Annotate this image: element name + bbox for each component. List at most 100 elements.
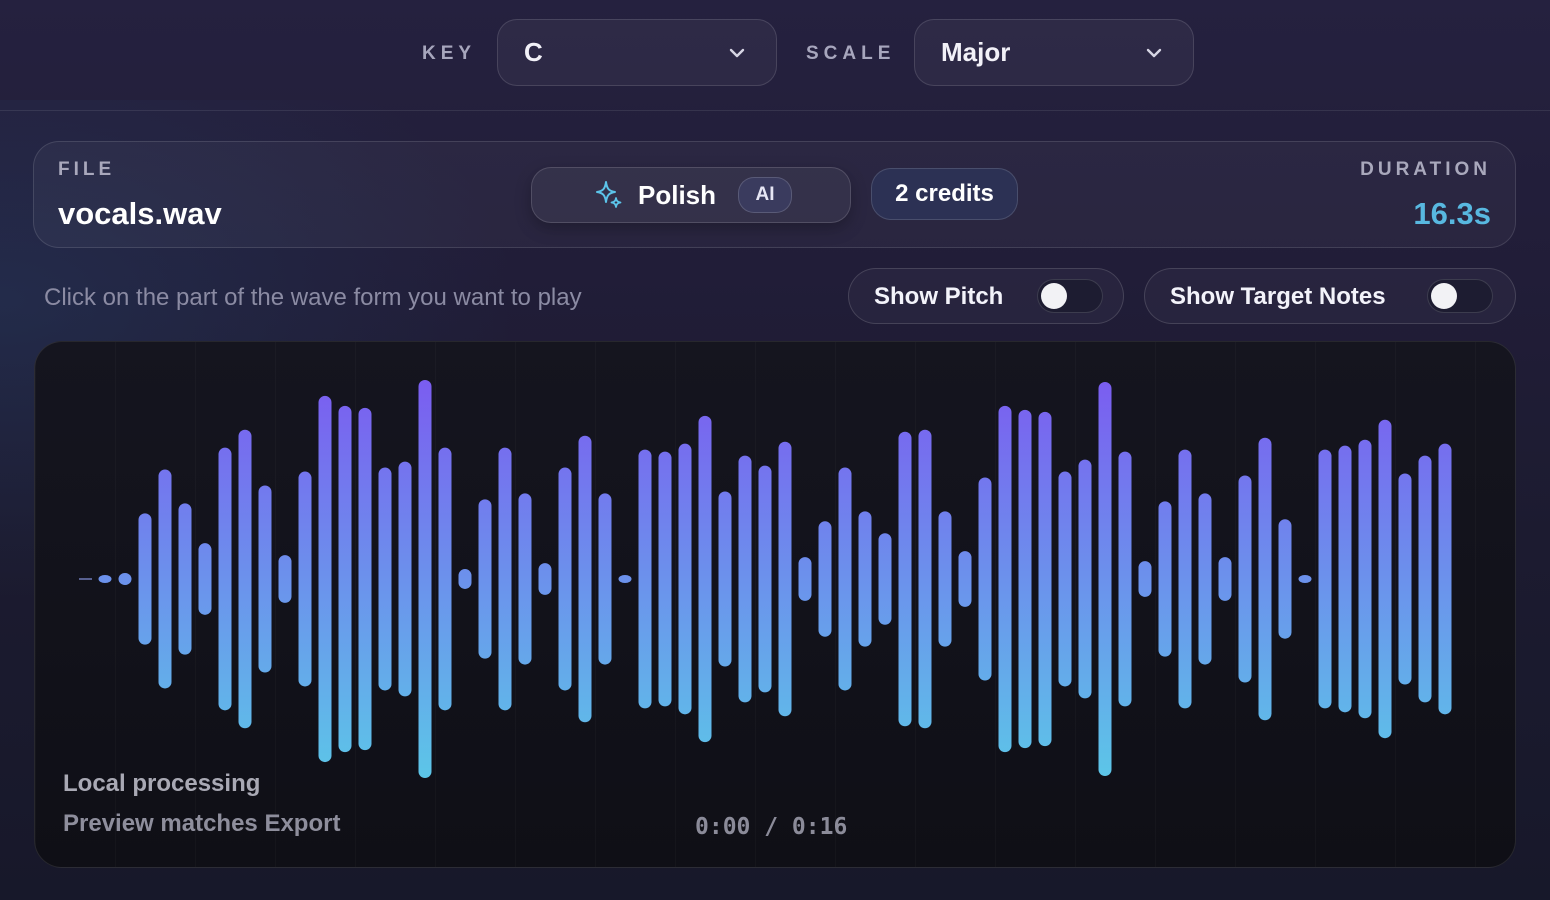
waveform-bar[interactable]: [338, 405, 352, 753]
waveform-bar[interactable]: [678, 443, 692, 715]
waveform-bar[interactable]: [1138, 561, 1152, 597]
waveform-bar[interactable]: [1358, 439, 1372, 719]
ai-badge: AI: [738, 177, 792, 213]
waveform-bar[interactable]: [258, 485, 272, 673]
waveform-panel[interactable]: Local processing Preview matches Export …: [34, 341, 1516, 868]
credits-badge: 2 credits: [871, 168, 1018, 220]
waveform-bar[interactable]: [798, 557, 812, 601]
waveform-bar[interactable]: [218, 447, 232, 711]
polish-label: Polish: [638, 180, 717, 210]
waveform-bar[interactable]: [478, 499, 492, 659]
waveform-bar[interactable]: [578, 435, 592, 723]
waveform-bar[interactable]: [718, 491, 732, 667]
waveform-bar[interactable]: [1038, 411, 1052, 747]
waveform-bar[interactable]: [1298, 575, 1312, 583]
switch-knob: [1431, 283, 1457, 309]
waveform-bar[interactable]: [698, 415, 712, 743]
waveform-bar[interactable]: [838, 467, 852, 691]
waveform-bar[interactable]: [158, 469, 172, 689]
waveform-bar[interactable]: [1058, 471, 1072, 687]
waveform-bar[interactable]: [778, 441, 792, 717]
waveform-bar[interactable]: [998, 405, 1012, 753]
waveform-bar[interactable]: [1018, 409, 1032, 749]
waveform-bar[interactable]: [1438, 443, 1452, 715]
file-info-card: FILE vocals.wav Polish AI 2 credits DURA…: [33, 141, 1516, 248]
waveform-bar[interactable]: [198, 543, 212, 615]
waveform-bar[interactable]: [758, 465, 772, 693]
key-label: KEY: [422, 43, 477, 64]
chevron-down-icon: [1146, 48, 1162, 58]
chevron-down-icon: [729, 48, 745, 58]
waveform-bar[interactable]: [1238, 475, 1252, 683]
file-caption: FILE: [58, 159, 116, 180]
waveform-bar[interactable]: [518, 493, 532, 665]
switch-knob: [1041, 283, 1067, 309]
sparkle-icon: [596, 181, 622, 208]
waveform-bar[interactable]: [938, 511, 952, 647]
polish-ai-button[interactable]: Polish AI: [531, 167, 851, 223]
waveform-bar[interactable]: [138, 513, 152, 645]
waveform-bar[interactable]: [658, 451, 672, 707]
waveform-bar[interactable]: [1098, 381, 1112, 777]
waveform-bar[interactable]: [1118, 451, 1132, 707]
waveform-bar[interactable]: [238, 429, 252, 729]
waveform-bar[interactable]: [598, 493, 612, 665]
waveform-bar[interactable]: [1318, 449, 1332, 709]
waveform-bar[interactable]: [458, 569, 472, 589]
waveform-bar[interactable]: [918, 429, 932, 729]
waveform-bar[interactable]: [558, 467, 572, 691]
show-pitch-toggle[interactable]: Show Pitch: [848, 268, 1124, 324]
local-processing-label: Local processing: [63, 770, 261, 797]
waveform-bar[interactable]: [1198, 493, 1212, 665]
waveform-bar[interactable]: [1258, 437, 1272, 721]
waveform-bar[interactable]: [858, 511, 872, 647]
duration-value: 16.3s: [1413, 196, 1491, 231]
duration-caption: DURATION: [1360, 159, 1491, 180]
waveform-bar[interactable]: [318, 395, 332, 763]
waveform-bar[interactable]: [538, 563, 552, 595]
show-pitch-switch[interactable]: [1037, 279, 1103, 313]
show-target-notes-label: Show Target Notes: [1170, 283, 1386, 310]
waveform-bar[interactable]: [978, 477, 992, 681]
waveform-bar[interactable]: [298, 471, 312, 687]
waveform-bar[interactable]: [1418, 455, 1432, 703]
waveform-bar[interactable]: [358, 407, 372, 751]
waveform-bar[interactable]: [878, 533, 892, 625]
waveform-bar[interactable]: [1338, 445, 1352, 713]
waveform-bar[interactable]: [1178, 449, 1192, 709]
waveform-bar[interactable]: [1218, 557, 1232, 601]
waveform-bar[interactable]: [278, 555, 292, 603]
preview-export-label: Preview matches Export: [63, 810, 341, 837]
waveform-bar[interactable]: [1158, 501, 1172, 657]
key-select[interactable]: C: [497, 19, 777, 86]
waveform-bar[interactable]: [898, 431, 912, 727]
scale-select-value: Major: [941, 37, 1011, 67]
waveform-bar[interactable]: [1078, 459, 1092, 699]
waveform-bar[interactable]: [398, 461, 412, 697]
waveform-bar[interactable]: [418, 380, 432, 778]
show-target-notes-toggle[interactable]: Show Target Notes: [1144, 268, 1516, 324]
waveform-bar[interactable]: [118, 573, 132, 585]
waveform-bar[interactable]: [958, 551, 972, 607]
top-toolbar: KEY C SCALE Major: [0, 0, 1550, 111]
show-pitch-label: Show Pitch: [874, 283, 1004, 310]
waveform-bar[interactable]: [618, 575, 632, 583]
waveform-bar[interactable]: [378, 467, 392, 691]
show-target-notes-switch[interactable]: [1427, 279, 1493, 313]
waveform-bar[interactable]: [498, 447, 512, 711]
waveform-bar[interactable]: [178, 503, 192, 655]
key-select-value: C: [524, 37, 543, 67]
playback-hint: Click on the part of the wave form you w…: [44, 284, 582, 311]
waveform-bar[interactable]: [1398, 473, 1412, 685]
waveform-bar[interactable]: [818, 521, 832, 637]
scale-label: SCALE: [806, 43, 896, 64]
waveform-bar[interactable]: [738, 455, 752, 703]
waveform-bar[interactable]: [638, 449, 652, 709]
waveform-bar[interactable]: [438, 447, 452, 711]
waveform-bar[interactable]: [1278, 519, 1292, 639]
waveform-bar[interactable]: [1378, 419, 1392, 739]
scale-select[interactable]: Major: [914, 19, 1194, 86]
file-name: vocals.wav: [58, 196, 222, 231]
waveform-bar[interactable]: [98, 575, 112, 583]
playback-time: 0:00 / 0:16: [695, 814, 848, 840]
